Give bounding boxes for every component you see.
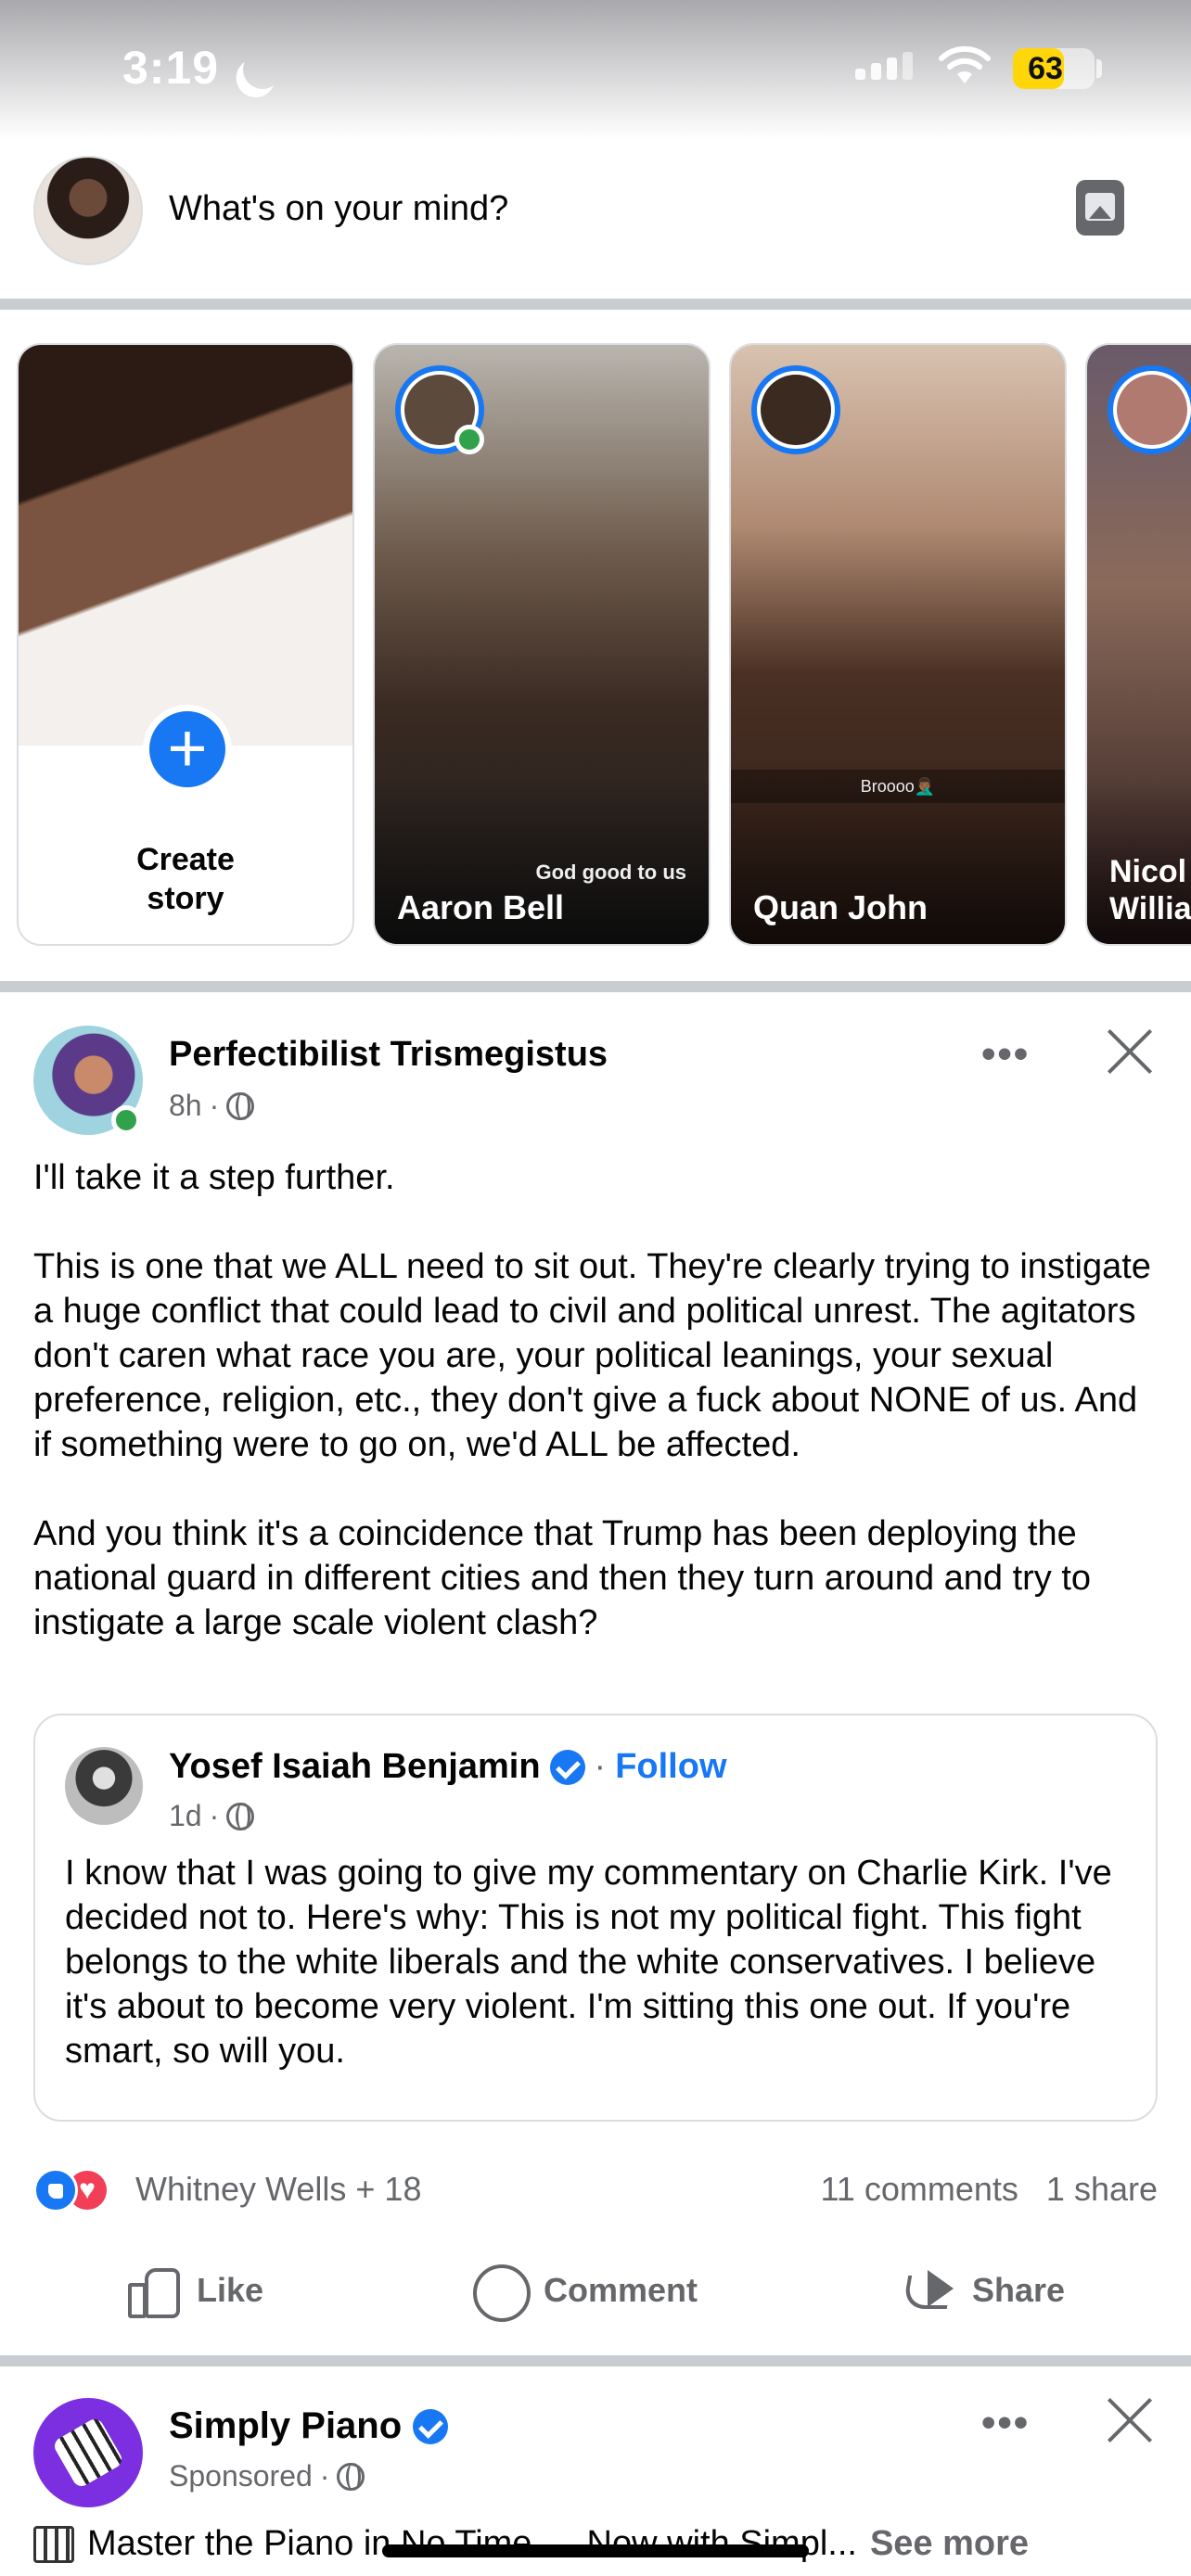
post-author[interactable]: Perfectibilist Trismegistus: [169, 1035, 608, 1075]
verified-badge-icon: [549, 1749, 585, 1785]
battery-nub: [1096, 59, 1102, 78]
clock: 3:19: [122, 42, 220, 94]
share-arrow-icon: [900, 2263, 955, 2318]
online-indicator: [455, 425, 484, 454]
shares-count[interactable]: 1 share: [1046, 2170, 1158, 2209]
story-name: Aaron Bell: [397, 888, 565, 926]
shared-author[interactable]: Yosef Isaiah Benjamin: [169, 1747, 541, 1787]
story-caption: Broooo🤦🏾‍♂️: [731, 770, 1065, 803]
composer-placeholder[interactable]: What's on your mind?: [169, 189, 508, 229]
like-button[interactable]: Like: [124, 2263, 263, 2318]
shared-post-header: Yosef Isaiah Benjamin · Follow: [169, 1747, 727, 1787]
globe-icon: [226, 1802, 255, 1830]
avatar[interactable]: [65, 1747, 143, 1825]
close-icon[interactable]: [1104, 1026, 1156, 1078]
globe-icon: [226, 1091, 255, 1120]
like-reaction-icon: [33, 2168, 78, 2213]
wifi-icon: [939, 46, 991, 83]
meta-separator: ·: [319, 2459, 330, 2493]
sponsored-label: Sponsored: [169, 2459, 313, 2493]
shared-post[interactable]: Yosef Isaiah Benjamin · Follow 1d · I kn…: [33, 1714, 1158, 2122]
meta-separator: ·: [209, 1799, 220, 1832]
stories-tray[interactable]: + Create story God good to us Aaron Bell…: [0, 310, 1191, 981]
see-more-link[interactable]: See more: [870, 2524, 1029, 2564]
comment-bubble-icon: [471, 2263, 531, 2322]
more-options-button[interactable]: •••: [981, 2400, 1030, 2446]
shared-post-meta: 1d ·: [169, 1799, 255, 1833]
story-card[interactable]: Nicol Willia: [1085, 343, 1191, 946]
story-avatar: [751, 365, 840, 454]
thumbs-up-icon: [124, 2263, 180, 2318]
cellular-signal-icon: [855, 52, 913, 80]
engagement-counts: 11 comments 1 share: [821, 2170, 1159, 2209]
post-actions: Like Comment Share: [0, 2250, 1191, 2333]
reaction-summary[interactable]: Whitney Wells + 18 11 comments 1 share: [33, 2168, 1158, 2214]
post-time[interactable]: 8h: [169, 1089, 202, 1123]
sponsored-meta: Sponsored ·: [169, 2459, 365, 2493]
home-indicator[interactable]: [382, 2544, 809, 2557]
avatar[interactable]: [33, 2398, 143, 2507]
comment-label: Comment: [544, 2271, 698, 2309]
share-label: Share: [972, 2271, 1066, 2309]
story-card[interactable]: God good to us Aaron Bell: [373, 343, 711, 946]
plus-icon[interactable]: +: [143, 705, 232, 794]
verified-badge-icon: [413, 2408, 449, 2444]
follow-button[interactable]: Follow: [615, 1747, 726, 1787]
comments-count[interactable]: 11 comments: [821, 2170, 1018, 2209]
meta-separator: ·: [594, 1747, 607, 1786]
piano-icon: [33, 2525, 74, 2563]
story-avatar: [1108, 365, 1191, 454]
post-body: I'll take it a step further. This is one…: [33, 1158, 1151, 1642]
post-meta: 8h ·: [169, 1089, 255, 1123]
share-button[interactable]: Share: [900, 2263, 1065, 2318]
globe-icon: [337, 2462, 365, 2491]
post-composer[interactable]: What's on your mind?: [0, 139, 1191, 299]
battery-percentage: 63: [1028, 51, 1063, 86]
story-name: Quan John: [753, 888, 928, 926]
create-story-label: Create story: [136, 842, 235, 916]
photo-icon[interactable]: [1076, 180, 1124, 236]
comment-button[interactable]: Comment: [471, 2263, 698, 2322]
moon-icon: [237, 45, 288, 95]
close-icon[interactable]: [1104, 2394, 1156, 2446]
story-card[interactable]: Broooo🤦🏾‍♂️ Quan John: [729, 343, 1067, 946]
story-caption: God good to us: [535, 861, 686, 884]
sponsored-header: Simply Piano: [169, 2405, 449, 2447]
avatar[interactable]: [33, 156, 143, 265]
shared-post-time[interactable]: 1d: [169, 1799, 202, 1833]
more-options-button[interactable]: •••: [981, 1031, 1030, 1078]
reacted-by[interactable]: Whitney Wells + 18: [135, 2170, 421, 2209]
story-name: Nicol Willia: [1109, 854, 1191, 926]
online-indicator: [111, 1105, 141, 1135]
sponsor-name[interactable]: Simply Piano: [169, 2405, 402, 2447]
section-divider: [0, 299, 1191, 310]
battery-icon: 63: [1013, 48, 1095, 89]
like-label: Like: [197, 2271, 264, 2309]
meta-separator: ·: [209, 1089, 220, 1122]
create-story-photo: [19, 345, 352, 746]
section-divider: [0, 981, 1191, 992]
shared-post-body: I know that I was going to give my comme…: [65, 1854, 1112, 2071]
section-divider: [0, 2355, 1191, 2366]
status-bar: 3:19 63: [0, 0, 1191, 139]
create-story-card[interactable]: + Create story: [17, 343, 354, 946]
